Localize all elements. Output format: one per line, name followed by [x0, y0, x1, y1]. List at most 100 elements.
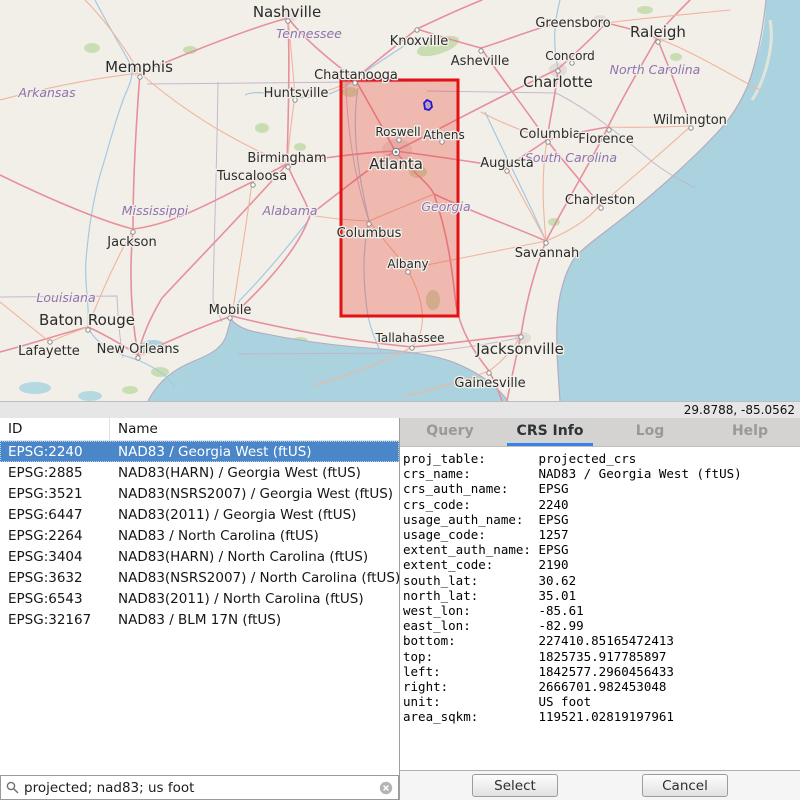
- map-city-dot: [544, 241, 548, 245]
- map-city-dot: [479, 49, 483, 53]
- cell-id: EPSG:6543: [0, 591, 110, 607]
- crs-info-line: area_sqkm: 119521.02819197961: [403, 709, 800, 724]
- table-row[interactable]: EPSG:3404NAD83(HARN) / North Carolina (f…: [0, 546, 399, 567]
- map-city-label: Birmingham: [247, 151, 326, 166]
- cell-id: EPSG:3404: [0, 549, 110, 565]
- table-row[interactable]: EPSG:2885NAD83(HARN) / Georgia West (ftU…: [0, 462, 399, 483]
- map-state-label: Louisiana: [36, 290, 95, 305]
- map-svg: TennesseeArkansasNorth CarolinaSouth Car…: [0, 0, 800, 401]
- table-row[interactable]: EPSG:2240NAD83 / Georgia West (ftUS): [0, 441, 399, 462]
- clear-search-icon[interactable]: [379, 781, 393, 795]
- map-city-label: Wilmington: [653, 113, 727, 128]
- map-state-label: Alabama: [261, 203, 317, 218]
- map-city-dot: [131, 230, 135, 234]
- crs-info-line: north_lat: 35.01: [403, 588, 800, 603]
- crs-info-line: usage_auth_name: EPSG: [403, 512, 800, 527]
- map-canvas[interactable]: TennesseeArkansasNorth CarolinaSouth Car…: [0, 0, 800, 401]
- map-city-label: Charleston: [565, 193, 635, 208]
- tab-crs-info[interactable]: CRS Info: [500, 418, 600, 446]
- crs-info-line: south_lat: 30.62: [403, 573, 800, 588]
- crs-info-line: right: 2666701.982453048: [403, 679, 800, 694]
- crs-info-line: west_lon: -85.61: [403, 603, 800, 618]
- crs-info-line: usage_code: 1257: [403, 527, 800, 542]
- map-city-label: Lafayette: [18, 344, 80, 359]
- crs-info-line: crs_auth_name: EPSG: [403, 481, 800, 496]
- results-table[interactable]: ID Name EPSG:2240NAD83 / Georgia West (f…: [0, 418, 399, 775]
- table-row[interactable]: EPSG:3632NAD83(NSRS2007) / North Carolin…: [0, 567, 399, 588]
- select-button[interactable]: Select: [472, 774, 558, 797]
- map-city-label: Greensboro: [535, 16, 610, 31]
- crs-info-line: unit: US foot: [403, 694, 800, 709]
- tab-query[interactable]: Query: [400, 418, 500, 446]
- cell-id: EPSG:3521: [0, 486, 110, 502]
- vector-feature-outline: [424, 100, 432, 110]
- table-row[interactable]: EPSG:6447NAD83(2011) / Georgia West (ftU…: [0, 504, 399, 525]
- column-header-id[interactable]: ID: [0, 418, 110, 440]
- map-city-label: Columbus: [337, 226, 402, 241]
- cell-id: EPSG:2264: [0, 528, 110, 544]
- crs-info-line: bottom: 227410.85165472413: [403, 633, 800, 648]
- map-city-label: Knoxville: [390, 34, 449, 49]
- cell-name: NAD83 / North Carolina (ftUS): [110, 528, 399, 544]
- table-body: EPSG:2240NAD83 / Georgia West (ftUS)EPSG…: [0, 441, 399, 630]
- map-city-label: Nashville: [253, 3, 321, 21]
- map-city-label: Huntsville: [264, 86, 329, 101]
- crs-info-line: extent_auth_name: EPSG: [403, 542, 800, 557]
- map-city-label: Atlanta: [369, 155, 423, 173]
- cell-id: EPSG:32167: [0, 612, 110, 628]
- table-header: ID Name: [0, 418, 399, 441]
- crs-info-line: crs_name: NAD83 / Georgia West (ftUS): [403, 466, 800, 481]
- map-city-label: Tallahassee: [375, 331, 445, 345]
- map-state-label: North Carolina: [610, 62, 701, 77]
- table-row[interactable]: EPSG:6543NAD83(2011) / North Carolina (f…: [0, 588, 399, 609]
- coordinate-display: 29.8788, -85.0562: [684, 403, 795, 417]
- map-city-dot: [415, 28, 419, 32]
- crs-info-panel: proj_table: projected_crscrs_name: NAD83…: [400, 447, 800, 770]
- crs-extent-overlay: [341, 80, 458, 316]
- column-header-name[interactable]: Name: [110, 421, 399, 437]
- cell-name: NAD83(HARN) / North Carolina (ftUS): [110, 549, 399, 565]
- cell-name: NAD83(2011) / Georgia West (ftUS): [110, 507, 399, 523]
- crs-info-line: left: 1842577.2960456433: [403, 664, 800, 679]
- map-city-label: New Orleans: [97, 342, 180, 357]
- cell-id: EPSG:3632: [0, 570, 110, 586]
- map-city-dot-inner: [395, 151, 398, 154]
- cell-name: NAD83 / BLM 17N (ftUS): [110, 612, 399, 628]
- search-input[interactable]: [24, 780, 374, 796]
- table-row[interactable]: EPSG:32167NAD83 / BLM 17N (ftUS): [0, 609, 399, 630]
- results-pane: ID Name EPSG:2240NAD83 / Georgia West (f…: [0, 418, 400, 800]
- crs-info-line: extent_code: 2190: [403, 557, 800, 572]
- table-row[interactable]: EPSG:3521NAD83(NSRS2007) / Georgia West …: [0, 483, 399, 504]
- map-city-label: Columbia: [519, 127, 580, 142]
- map-city-dot: [519, 335, 523, 339]
- crs-info-line: east_lon: -82.99: [403, 618, 800, 633]
- bottom-panel: ID Name EPSG:2240NAD83 / Georgia West (f…: [0, 418, 800, 800]
- cell-id: EPSG:2885: [0, 465, 110, 481]
- map-city-label: Gainesville: [454, 376, 525, 391]
- cell-id: EPSG:6447: [0, 507, 110, 523]
- crs-info-line: proj_table: projected_crs: [403, 451, 800, 466]
- map-city-label: Savannah: [515, 246, 580, 261]
- cell-name: NAD83(HARN) / Georgia West (ftUS): [110, 465, 399, 481]
- cancel-button[interactable]: Cancel: [642, 774, 728, 797]
- tab-log[interactable]: Log: [600, 418, 700, 446]
- map-city-label: Tuscaloosa: [216, 169, 287, 184]
- cell-name: NAD83(NSRS2007) / Georgia West (ftUS): [110, 486, 399, 502]
- map-city-label: Asheville: [451, 54, 509, 69]
- table-row[interactable]: EPSG:2264NAD83 / North Carolina (ftUS): [0, 525, 399, 546]
- map-city-label: Raleigh: [630, 23, 686, 41]
- cell-id: EPSG:2240: [0, 444, 110, 460]
- map-state-label: Tennessee: [276, 26, 342, 41]
- detail-pane: QueryCRS InfoLogHelp proj_table: project…: [400, 418, 800, 800]
- map-state-label: Mississippi: [122, 203, 189, 218]
- map-city-label: Jackson: [106, 235, 156, 250]
- map-state-label: Georgia: [421, 199, 470, 214]
- search-box[interactable]: [0, 775, 399, 800]
- tab-bar: QueryCRS InfoLogHelp: [400, 418, 800, 447]
- map-city-label: Jacksonville: [475, 340, 564, 358]
- map-city-label: Memphis: [105, 58, 173, 76]
- map-city-label: Roswell: [375, 125, 420, 139]
- tab-help[interactable]: Help: [700, 418, 800, 446]
- map-city-label: Albany: [387, 257, 428, 271]
- crs-explorer-window: TennesseeArkansasNorth CarolinaSouth Car…: [0, 0, 800, 800]
